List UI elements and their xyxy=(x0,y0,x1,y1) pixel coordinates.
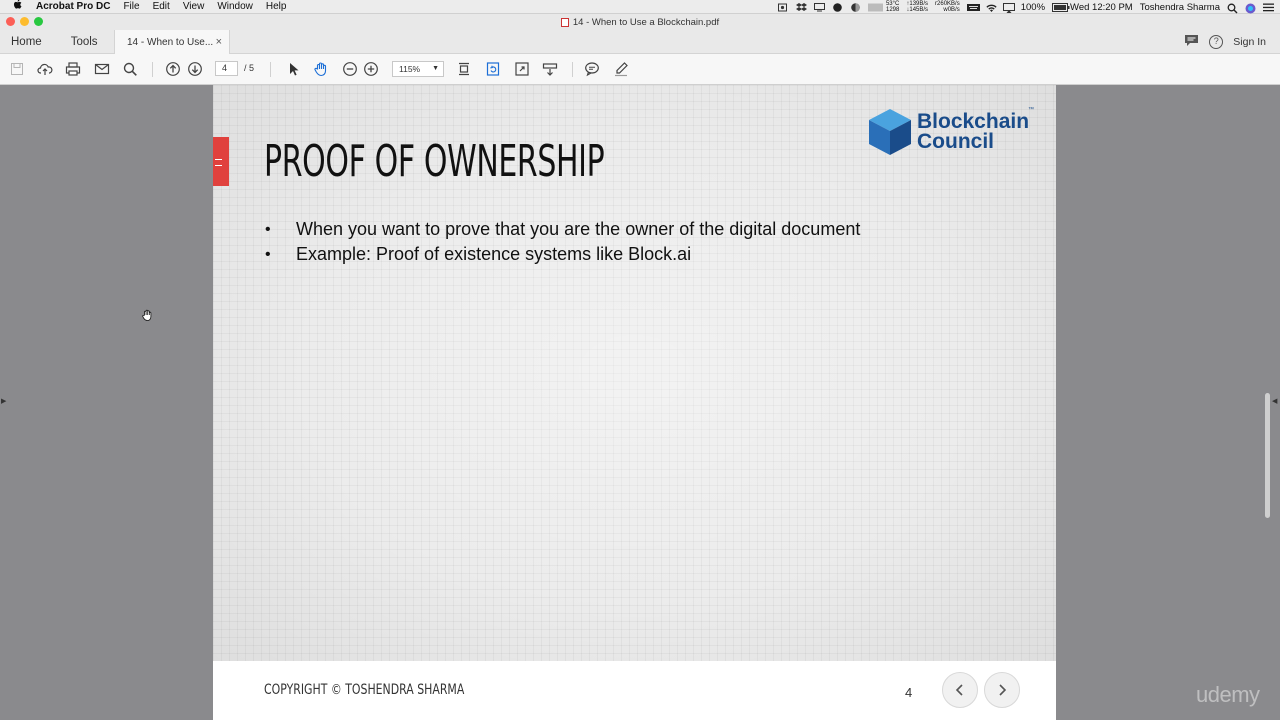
tab-bar-right: ? Sign In xyxy=(1184,34,1266,50)
chevron-down-icon: ▼ xyxy=(432,65,439,72)
toolbar-divider xyxy=(152,62,153,77)
scrollbar-thumb[interactable] xyxy=(1265,393,1270,518)
slide-title: PROOF OF OWNERSHIP xyxy=(264,136,605,187)
email-icon[interactable] xyxy=(94,61,110,77)
previous-page-icon[interactable] xyxy=(165,61,181,77)
bullet-item: When you want to prove that you are the … xyxy=(265,217,860,242)
network-stat[interactable]: ↑139B/s ↓145B/s xyxy=(906,1,928,13)
toolbar xyxy=(0,54,1280,85)
toolbar-divider xyxy=(270,62,271,77)
zoom-level-select[interactable]: 115% ▼ xyxy=(392,61,444,77)
highlight-pen-icon[interactable] xyxy=(613,61,629,77)
menu-app-name[interactable]: Acrobat Pro DC xyxy=(36,1,110,12)
scrolling-mode-icon[interactable] xyxy=(542,61,558,77)
help-icon[interactable]: ? xyxy=(1209,35,1224,49)
zoom-out-icon[interactable] xyxy=(342,61,358,77)
clock[interactable]: Wed 12:20 PM xyxy=(1070,2,1133,13)
slide-prev-button[interactable] xyxy=(942,672,978,708)
window-title: 14 - When to Use a Blockchain.pdf xyxy=(572,16,720,28)
menu-window[interactable]: Window xyxy=(217,1,253,12)
hand-tool-icon[interactable] xyxy=(313,61,329,77)
search-icon[interactable] xyxy=(122,61,138,77)
next-page-icon[interactable] xyxy=(187,61,203,77)
select-cursor-icon[interactable] xyxy=(285,61,301,77)
disk-stat[interactable]: r260KB/s w0B/s xyxy=(935,1,960,13)
half-circle-icon[interactable] xyxy=(850,2,861,12)
user-name[interactable]: Toshendra Sharma xyxy=(1140,2,1220,13)
bullet-item: Example: Proof of existence systems like… xyxy=(265,242,860,267)
notification-center-icon[interactable] xyxy=(1263,3,1274,12)
page-number-input[interactable]: 4 xyxy=(215,61,238,76)
battery-percent[interactable]: 100% xyxy=(1021,2,1045,13)
keyboard-icon[interactable] xyxy=(966,3,980,12)
trademark-mark: ™ xyxy=(1028,107,1035,113)
menu-view[interactable]: View xyxy=(183,1,205,12)
fit-page-icon[interactable] xyxy=(456,61,472,77)
pdf-file-icon xyxy=(560,17,569,27)
comment-bubble-icon[interactable] xyxy=(1184,34,1199,50)
logo-line-2: Council xyxy=(917,130,994,153)
title-accent-bar xyxy=(213,137,229,186)
sign-in-link[interactable]: Sign In xyxy=(1233,36,1266,48)
tab-document[interactable]: 14 - When to Use... × xyxy=(114,30,230,54)
tab-home[interactable]: Home xyxy=(11,36,42,48)
right-pane-toggle-icon[interactable]: ◀ xyxy=(1272,397,1277,405)
window-close-button[interactable] xyxy=(6,17,15,26)
logo-text: Blockchain Council xyxy=(917,110,1030,153)
rotate-page-icon[interactable] xyxy=(485,61,501,77)
tab-bar: Home Tools 14 - When to Use... × ? Sign … xyxy=(0,30,1280,54)
window-zoom-button[interactable] xyxy=(34,17,43,26)
bullet-list: When you want to prove that you are the … xyxy=(265,217,860,267)
upload-cloud-icon[interactable] xyxy=(37,61,53,77)
chevron-right-icon xyxy=(999,684,1007,696)
battery-icon[interactable] xyxy=(1052,2,1070,12)
close-tab-icon[interactable]: × xyxy=(216,36,222,48)
window-controls xyxy=(6,17,43,26)
zoom-in-icon[interactable] xyxy=(363,61,379,77)
logo-line-1: Blockchain xyxy=(917,110,1030,133)
circle-app-icon[interactable] xyxy=(832,2,843,12)
left-pane-toggle-icon[interactable]: ▶ xyxy=(1,397,6,405)
blockchain-council-logo: Blockchain Council ™ xyxy=(867,107,1034,157)
screen-record-icon[interactable] xyxy=(777,3,789,12)
display-icon[interactable] xyxy=(813,2,825,12)
siri-icon[interactable] xyxy=(1245,3,1256,13)
menu-file[interactable]: File xyxy=(123,1,139,12)
menu-help[interactable]: Help xyxy=(266,1,287,12)
comment-icon[interactable] xyxy=(584,61,600,77)
zoom-level-value: 115% xyxy=(399,64,421,74)
chevron-left-icon xyxy=(955,684,963,696)
menu-edit[interactable]: Edit xyxy=(153,1,170,12)
copyright-text: COPYRIGHT © TOSHENDRA SHARMA xyxy=(264,682,465,698)
print-icon[interactable] xyxy=(65,61,81,77)
wifi-icon[interactable] xyxy=(985,3,997,12)
apple-icon[interactable] xyxy=(13,0,27,14)
window-minimize-button[interactable] xyxy=(20,17,29,26)
dropbox-icon[interactable] xyxy=(795,2,807,12)
status-area: 53°C 1298 ↑139B/s ↓145B/s r260KB/s w0B/s 10… xyxy=(777,0,1274,14)
temp-stat[interactable]: 53°C 1298 xyxy=(886,1,899,13)
window-title-bar: 14 - When to Use a Blockchain.pdf xyxy=(0,14,1280,30)
save-icon[interactable] xyxy=(9,61,25,77)
tab-tools[interactable]: Tools xyxy=(71,36,98,48)
hand-cursor-icon xyxy=(142,309,152,321)
slide-next-button[interactable] xyxy=(984,672,1020,708)
airplay-icon[interactable] xyxy=(1002,2,1015,13)
pdf-page[interactable]: PROOF OF OWNERSHIP When you want to prov… xyxy=(213,85,1056,720)
toolbar-divider xyxy=(572,62,573,77)
slide-footer: COPYRIGHT © TOSHENDRA SHARMA 4 xyxy=(213,661,1056,720)
total-pages: / 5 xyxy=(244,63,255,73)
full-screen-icon[interactable] xyxy=(514,61,530,77)
gray-box-icon[interactable] xyxy=(867,3,883,12)
slide-page-number: 4 xyxy=(905,685,913,700)
spotlight-search-icon[interactable] xyxy=(1227,3,1238,13)
udemy-watermark: udemy xyxy=(1196,682,1260,707)
tab-document-label: 14 - When to Use... xyxy=(127,36,214,48)
cube-logo-icon xyxy=(869,109,911,155)
menu-bar: Acrobat Pro DC File Edit View Window Hel… xyxy=(0,0,1280,14)
